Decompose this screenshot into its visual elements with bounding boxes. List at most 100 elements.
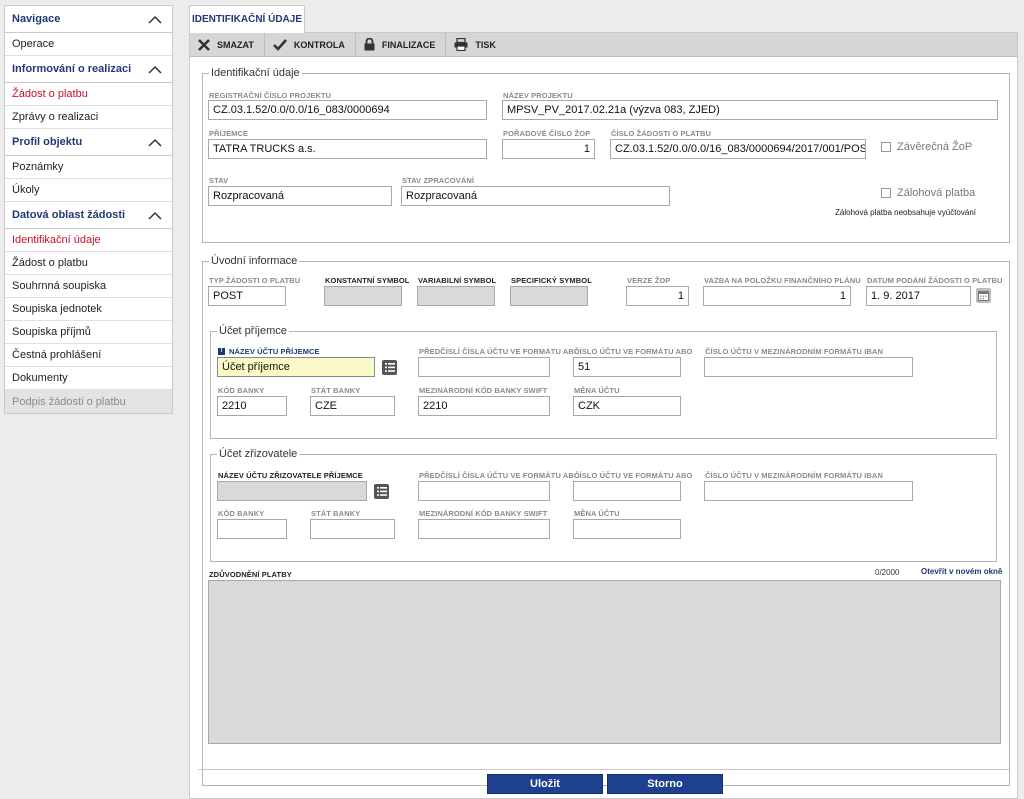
iban-label: Číslo účtu v mezinárodním formátu IBAN: [705, 347, 883, 356]
tab-identifikacni-udaje[interactable]: IDENTIFIKAČNÍ ÚDAJE: [189, 5, 305, 33]
iban-field[interactable]: [704, 357, 913, 377]
specificky-symbol-label: Specifický symbol: [511, 276, 592, 285]
poradove-cislo-field[interactable]: 1: [502, 139, 595, 159]
typ-zadosti-field[interactable]: POST: [208, 286, 286, 306]
predcisli-field[interactable]: [418, 357, 550, 377]
chevron-up-icon[interactable]: [148, 138, 162, 147]
swift-field[interactable]: 2210: [418, 396, 550, 416]
mena-uctu-label: Měna účtu: [574, 386, 620, 395]
sidebar-item-dokumenty[interactable]: Dokumenty: [5, 367, 172, 390]
variabilni-symbol-field[interactable]: [417, 286, 495, 306]
sidebar-item-operace[interactable]: Operace: [5, 33, 172, 56]
sidebar-section-title: Navigace: [12, 13, 61, 25]
nazev-uctu-field[interactable]: Účet příjemce: [217, 357, 375, 377]
kod-banky-label: Kód banky: [218, 386, 265, 395]
list-icon[interactable]: [382, 360, 397, 375]
mena-uctu-z-field[interactable]: [573, 519, 681, 539]
nazev-uctu-zrizovatele-field[interactable]: [217, 481, 367, 501]
iban-z-label: Číslo účtu v mezinárodním formátu IBAN: [705, 471, 883, 480]
swift-label: Mezinárodní kód banky SWIFT: [419, 386, 548, 395]
sidebar-item-poznamky[interactable]: Poznámky: [5, 156, 172, 179]
swift-z-field[interactable]: [418, 519, 550, 539]
toolbar: SMAZAT KONTROLA FINALIZACE TISK: [190, 32, 1017, 57]
sidebar-item-zpravy-o-realizaci[interactable]: Zprávy o realizaci: [5, 106, 172, 129]
zduvodneni-counter: 0/2000: [875, 568, 900, 577]
zduvodneni-textarea[interactable]: [208, 580, 1001, 744]
mena-uctu-z-label: Měna účtu: [574, 509, 620, 518]
group-legend: Identifikační údaje: [211, 67, 300, 79]
stav-zpracovani-label: Stav zpracování: [402, 176, 475, 185]
kod-banky-z-field[interactable]: [217, 519, 287, 539]
poradove-cislo-label: Pořadové číslo ŽoP: [503, 129, 591, 138]
chevron-up-icon[interactable]: [148, 211, 162, 220]
checkbox-box[interactable]: [881, 142, 891, 152]
sidebar-item-ukoly[interactable]: Úkoly: [5, 179, 172, 202]
stav-field[interactable]: Rozpracovaná: [208, 186, 392, 206]
nazev-projektu-label: Název projektu: [503, 91, 573, 100]
konstantni-symbol-field[interactable]: [324, 286, 402, 306]
cislo-uctu-field[interactable]: 51: [573, 357, 681, 377]
sidebar-item-identifikacni-udaje[interactable]: Identifikační údaje: [5, 229, 172, 252]
finalizace-button[interactable]: FINALIZACE: [356, 32, 447, 57]
x-icon: [198, 38, 210, 51]
ucet-zrizovatele-group: Účet zřizovatele: [210, 448, 997, 562]
kod-banky-field[interactable]: 2210: [217, 396, 287, 416]
sidebar-item-soupiska-prijmu[interactable]: Soupiska příjmů: [5, 321, 172, 344]
ulozit-button[interactable]: Uložit: [487, 774, 603, 794]
kontrola-button[interactable]: KONTROLA: [265, 32, 356, 57]
sidebar-item-cestna-prohlaseni[interactable]: Čestná prohlášení: [5, 344, 172, 367]
stav-zpracovani-field[interactable]: Rozpracovaná: [401, 186, 670, 206]
smazat-button[interactable]: SMAZAT: [190, 32, 265, 57]
datum-podani-field[interactable]: 1. 9. 2017: [866, 286, 971, 306]
storno-button[interactable]: Storno: [607, 774, 723, 794]
sidebar-item-souhrnna-soupiska[interactable]: Souhrnná soupiska: [5, 275, 172, 298]
otevrit-v-novem-okne-link[interactable]: Otevřít v novém okně: [921, 567, 1002, 576]
zaverecna-zop-label: Závěrečná ŽoP: [897, 141, 973, 153]
ucet-prijemce-group: Účet příjemce: [210, 325, 997, 439]
sidebar-section-informovani[interactable]: Informování o realizaci: [5, 56, 172, 83]
nazev-projektu-field[interactable]: MPSV_PV_2017.02.21a (výzva 083, ZJED): [502, 100, 998, 120]
lock-icon: [364, 38, 375, 51]
sidebar-item-soupiska-jednotek[interactable]: Soupiska jednotek: [5, 298, 172, 321]
list-icon[interactable]: [374, 484, 389, 499]
chevron-up-icon[interactable]: [148, 65, 162, 74]
swift-z-label: Mezinárodní kód banky SWIFT: [419, 509, 548, 518]
iban-z-field[interactable]: [704, 481, 913, 501]
zalohova-platba-checkbox[interactable]: Zálohová platba: [881, 187, 975, 199]
group-legend: Úvodní informace: [211, 255, 298, 267]
sidebar-item-zadost-o-platbu[interactable]: Žádost o platbu: [5, 83, 172, 106]
stat-banky-z-field[interactable]: [310, 519, 395, 539]
cislo-zadosti-field[interactable]: CZ.03.1.52/0.0/0.0/16_083/0000694/2017/0…: [610, 139, 866, 159]
vazba-label: Vazba na položku finančního plánu: [704, 276, 861, 285]
verze-zop-field[interactable]: 1: [626, 286, 689, 306]
kod-banky-z-label: Kód banky: [218, 509, 265, 518]
chevron-up-icon[interactable]: [148, 15, 162, 24]
finalizace-label: FINALIZACE: [381, 39, 436, 50]
sidebar-item-zadost-o-platbu-2[interactable]: Žádost o platbu: [5, 252, 172, 275]
calendar-icon[interactable]: [976, 288, 991, 303]
predcisli-label: Předčíslí čísla účtu ve formátu ABO: [419, 347, 580, 356]
zalohova-note: Zálohová platba neobsahuje vyúčtování: [835, 208, 976, 217]
sidebar-section-navigace[interactable]: Navigace: [5, 6, 172, 33]
checkbox-box[interactable]: [881, 188, 891, 198]
sidebar-section-profil[interactable]: Profil objektu: [5, 129, 172, 156]
kontrola-label: KONTROLA: [293, 39, 345, 50]
tisk-button[interactable]: TISK: [446, 33, 506, 57]
stat-banky-label: Stát banky: [311, 386, 361, 395]
smazat-label: SMAZAT: [217, 39, 254, 50]
sidebar-item-podpis: Podpis žádosti o platbu: [5, 390, 172, 413]
reg-cislo-field[interactable]: CZ.03.1.52/0.0/0.0/16_083/0000694: [208, 100, 487, 120]
predcisli-z-field[interactable]: [418, 481, 550, 501]
mena-uctu-field[interactable]: CZK: [573, 396, 681, 416]
vazba-field[interactable]: 1: [703, 286, 851, 306]
cislo-uctu-z-field[interactable]: [573, 481, 681, 501]
prijemce-label: Příjemce: [209, 129, 249, 138]
sidebar-section-datova-oblast[interactable]: Datová oblast žádosti: [5, 202, 172, 229]
specificky-symbol-field[interactable]: [510, 286, 588, 306]
nazev-uctu-label-text: Název účtu příjemce: [229, 347, 320, 356]
zaverecna-zop-checkbox[interactable]: Závěrečná ŽoP: [881, 141, 972, 153]
stat-banky-field[interactable]: CZE: [310, 396, 395, 416]
cislo-uctu-z-label: Číslo účtu ve formátu ABO: [574, 471, 693, 480]
prijemce-field[interactable]: TATRA TRUCKS a.s.: [208, 139, 487, 159]
sidebar-section-title: Informování o realizaci: [12, 63, 132, 75]
